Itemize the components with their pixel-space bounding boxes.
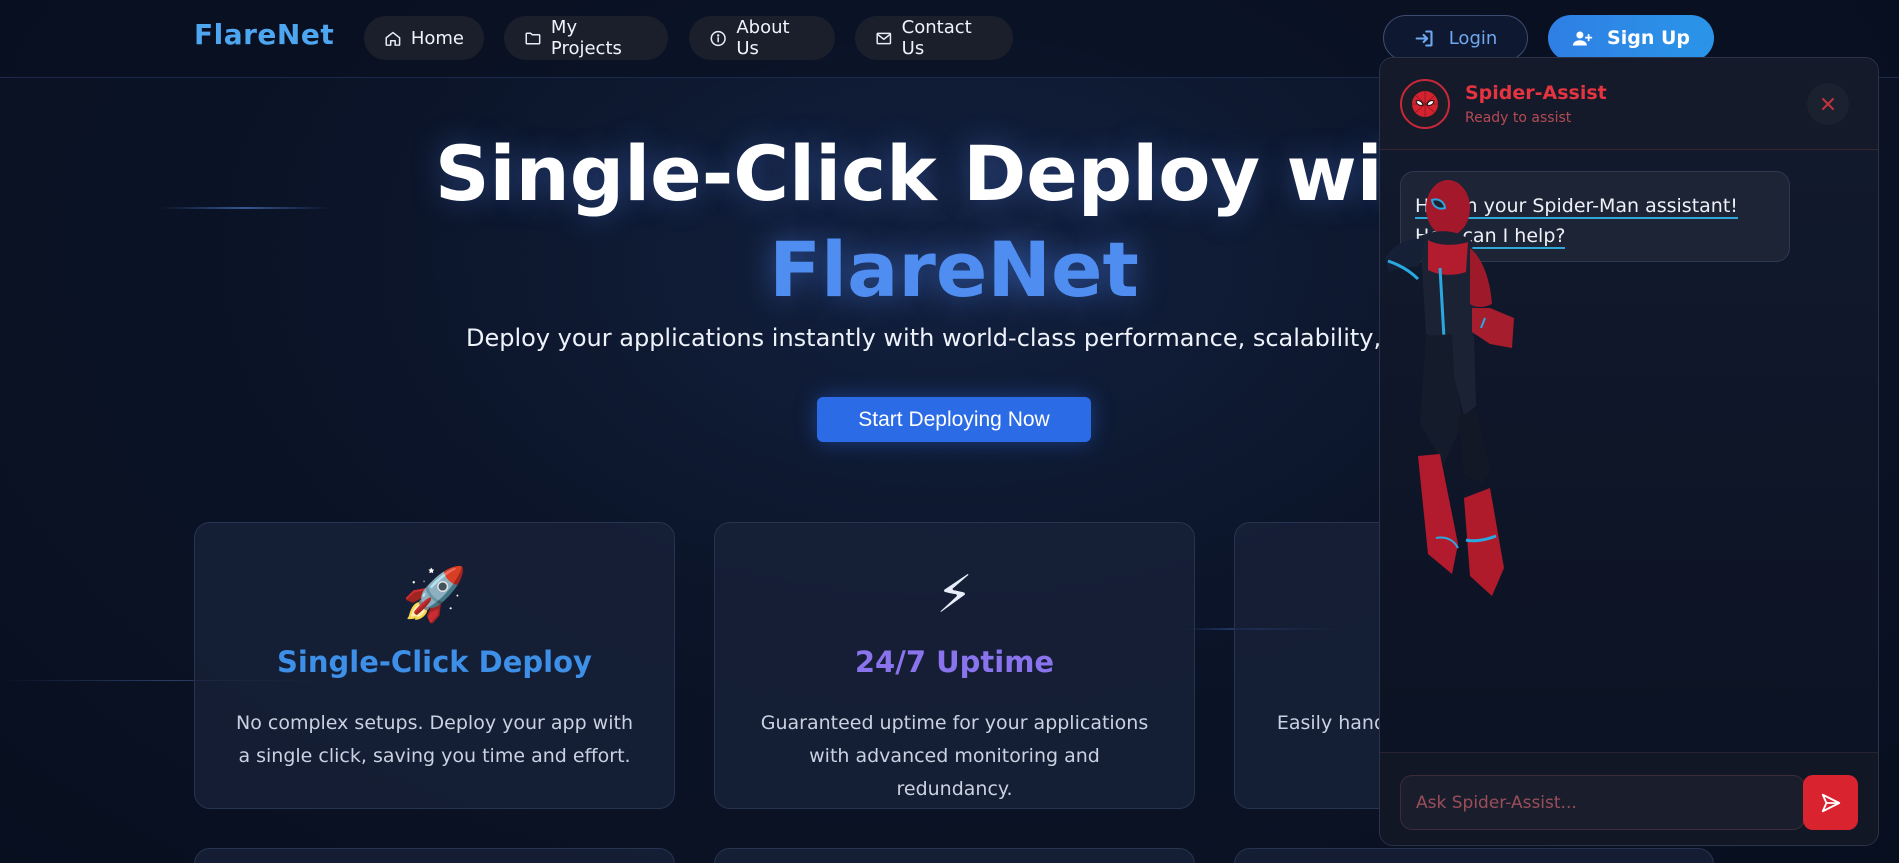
feature-card: ⚡ 24/7 Uptime Guaranteed uptime for your… xyxy=(714,522,1195,809)
assistant-name: Spider-Assist xyxy=(1465,82,1607,104)
feature-description: No complex setups. Deploy your app with … xyxy=(236,712,633,767)
assistant-footer xyxy=(1380,752,1878,845)
user-plus-icon xyxy=(1572,31,1593,45)
sign-in-icon xyxy=(1415,29,1433,47)
mail-icon xyxy=(876,32,892,44)
send-message-button[interactable] xyxy=(1803,775,1858,830)
start-deploying-button[interactable]: Start Deploying Now xyxy=(817,397,1091,442)
nav-about-us-label: About Us xyxy=(736,17,790,59)
rocket-icon: 🚀 xyxy=(402,565,467,625)
feature-card-partial xyxy=(714,848,1195,863)
close-icon xyxy=(1822,98,1834,110)
assistant-input[interactable] xyxy=(1400,775,1805,830)
nav-my-projects-button[interactable]: My Projects xyxy=(504,16,668,60)
nav-contact-us-label: Contact Us xyxy=(901,17,972,59)
hero-subtitle: Deploy your applications instantly with … xyxy=(466,324,1386,352)
feature-card-partial xyxy=(194,848,675,863)
folder-icon xyxy=(525,32,541,44)
login-label: Login xyxy=(1448,27,1498,49)
feature-description: Guaranteed uptime for your applications … xyxy=(760,712,1149,800)
nav-contact-us-button[interactable]: Contact Us xyxy=(855,16,1013,60)
assistant-avatar xyxy=(1400,79,1450,129)
feature-card: 🚀 Single-Click Deploy No complex setups.… xyxy=(194,522,675,809)
lightning-icon: ⚡ xyxy=(936,565,973,625)
nav-my-projects-label: My Projects xyxy=(550,17,622,59)
spider-mask-icon xyxy=(1412,91,1438,117)
nav-about-us-button[interactable]: About Us xyxy=(689,16,835,60)
nav-home-label: Home xyxy=(410,27,464,49)
brand-logo[interactable]: FlareNet xyxy=(194,18,334,51)
spider-man-figure xyxy=(1385,180,1514,596)
assistant-header: Spider-Assist Ready to assist xyxy=(1380,58,1878,150)
sign-up-label: Sign Up xyxy=(1607,27,1690,49)
sign-up-button[interactable]: Sign Up xyxy=(1548,15,1714,61)
feature-card-partial xyxy=(1234,848,1714,863)
info-icon xyxy=(710,30,726,46)
feature-title: 24/7 Uptime xyxy=(854,645,1055,679)
spider-assist-panel: Spider-Assist Ready to assist Hi! I'm yo… xyxy=(1379,57,1879,846)
send-icon xyxy=(1821,793,1840,812)
feature-title: Single-Click Deploy xyxy=(277,645,592,679)
assistant-status: Ready to assist xyxy=(1465,110,1572,126)
login-button[interactable]: Login xyxy=(1383,15,1528,61)
home-icon xyxy=(385,31,401,46)
close-assistant-button[interactable] xyxy=(1807,83,1849,125)
nav-home-button[interactable]: Home xyxy=(364,16,484,60)
